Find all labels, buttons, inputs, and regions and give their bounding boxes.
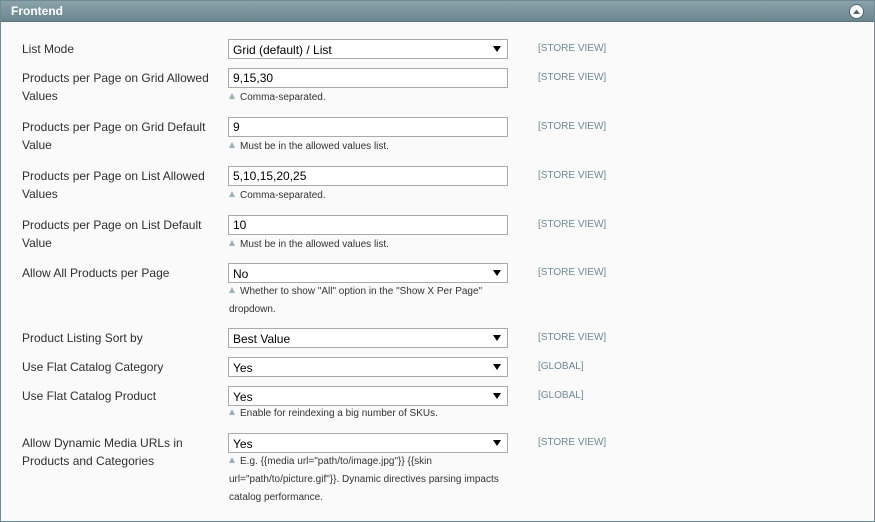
input-value: 9,15,30 (233, 71, 274, 85)
selected-value: Yes (233, 361, 253, 375)
field-note: Comma-separated. (229, 187, 519, 205)
scope-label: [GLOBAL] (538, 361, 584, 372)
dropdown-arrow-icon (493, 364, 501, 370)
dropdown-arrow-icon (493, 335, 501, 341)
field-note: Must be in the allowed values list. (229, 236, 519, 254)
field-note: Comma-separated. (229, 89, 519, 107)
note-arrow-icon (229, 457, 235, 463)
scope-label: [STORE VIEW] (538, 437, 607, 448)
selected-value: No (233, 267, 249, 281)
note-text: Enable for reindexing a big number of SK… (240, 408, 438, 419)
note-arrow-icon (229, 191, 235, 197)
note-arrow-icon (229, 240, 235, 246)
selected-value: Best Value (233, 332, 291, 346)
dropdown-arrow-icon (493, 440, 501, 446)
section-header[interactable]: Frontend (1, 1, 874, 22)
note-text: Comma-separated. (240, 92, 326, 103)
scope-label: [GLOBAL] (538, 390, 584, 401)
dropdown-arrow-icon (493, 270, 501, 276)
field-label: Allow Dynamic Media URLs in Products and… (22, 436, 183, 468)
scope-label: [STORE VIEW] (538, 267, 607, 278)
list-mode-select[interactable]: Grid (default) / List (228, 39, 508, 59)
field-label: Use Flat Catalog Product (22, 389, 157, 403)
scope-label: [STORE VIEW] (538, 332, 607, 343)
field-label: Products per Page on List Default Value (22, 218, 202, 250)
field-label: Use Flat Catalog Category (22, 360, 164, 374)
field-note: E.g. {{media url="path/to/image.jpg"}} {… (229, 453, 514, 507)
scope-label: [STORE VIEW] (538, 72, 607, 83)
field-label: Products per Page on Grid Allowed Values (22, 71, 209, 103)
note-arrow-icon (229, 142, 235, 148)
note-text: Comma-separated. (240, 190, 326, 201)
field-label: Products per Page on Grid Default Value (22, 120, 206, 152)
flat-product-select[interactable]: Yes (228, 386, 508, 406)
field-label: Product Listing Sort by (22, 331, 143, 345)
field-label: Products per Page on List Allowed Values (22, 169, 205, 201)
note-text: Must be in the allowed values list. (240, 141, 389, 152)
dropdown-arrow-icon (493, 46, 501, 52)
list-allowed-values-input[interactable]: 5,10,15,20,25 (228, 166, 508, 186)
list-default-value-input[interactable]: 10 (228, 215, 508, 235)
note-arrow-icon (229, 287, 235, 293)
section-title: Frontend (11, 4, 63, 18)
note-text: Whether to show "All" option in the "Sho… (229, 286, 483, 315)
allow-all-products-select[interactable]: No (228, 263, 508, 283)
field-label: List Mode (22, 42, 75, 56)
scope-label: [STORE VIEW] (538, 121, 607, 132)
input-value: 9 (233, 120, 240, 134)
flat-category-select[interactable]: Yes (228, 357, 508, 377)
selected-value: Yes (233, 390, 253, 404)
note-text: Must be in the allowed values list. (240, 239, 389, 250)
scope-label: [STORE VIEW] (538, 170, 607, 181)
field-note: Must be in the allowed values list. (229, 138, 519, 156)
field-label: Allow All Products per Page (22, 266, 170, 280)
sort-by-select[interactable]: Best Value (228, 328, 508, 348)
selected-value: Yes (233, 437, 253, 451)
frontend-config-panel: Frontend List Mode Grid (default) / List… (0, 0, 875, 522)
scope-label: [STORE VIEW] (538, 219, 607, 230)
selected-value: Grid (default) / List (233, 43, 332, 57)
field-note: Whether to show "All" option in the "Sho… (229, 283, 514, 319)
grid-allowed-values-input[interactable]: 9,15,30 (228, 68, 508, 88)
dynamic-media-urls-select[interactable]: Yes (228, 433, 508, 453)
note-arrow-icon (229, 409, 235, 415)
collapse-icon[interactable] (849, 4, 864, 19)
scope-label: [STORE VIEW] (538, 43, 607, 54)
note-text: E.g. {{media url="path/to/image.jpg"}} {… (229, 456, 499, 503)
input-value: 5,10,15,20,25 (233, 169, 307, 183)
grid-default-value-input[interactable]: 9 (228, 117, 508, 137)
field-note: Enable for reindexing a big number of SK… (229, 405, 519, 423)
note-arrow-icon (229, 93, 235, 99)
input-value: 10 (233, 218, 247, 232)
dropdown-arrow-icon (493, 393, 501, 399)
